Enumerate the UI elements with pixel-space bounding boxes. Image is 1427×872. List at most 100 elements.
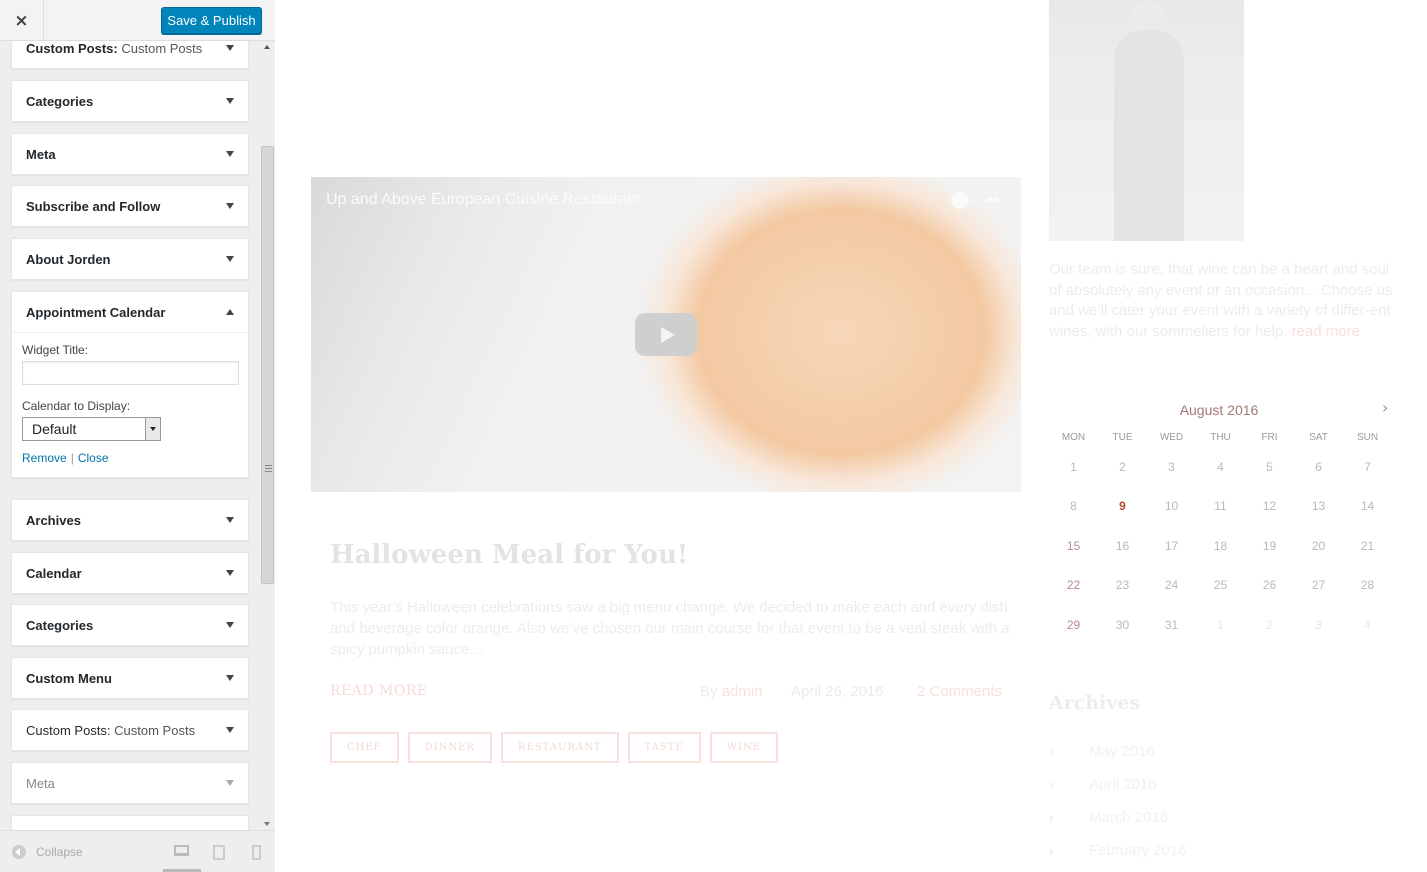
sidebar-scrollbar[interactable] — [260, 41, 275, 830]
widget-header[interactable]: Meta — [12, 763, 248, 803]
widget-partial[interactable] — [11, 815, 249, 830]
widget-categories-2[interactable]: Categories — [11, 604, 249, 646]
video-title[interactable]: Up and Above European Cuisine Restaurant — [326, 191, 641, 209]
calendar-day[interactable]: 9 — [1098, 496, 1147, 535]
archive-item[interactable]: › February 2016 — [1049, 842, 1187, 859]
widget-custom-menu[interactable]: Custom Menu — [11, 657, 249, 699]
widget-header[interactable]: Meta — [12, 134, 248, 174]
widget-about-jorden[interactable]: About Jorden — [11, 238, 249, 280]
calendar-day: 12 — [1262, 499, 1277, 514]
watch-later-icon[interactable] — [951, 191, 969, 209]
chevron-down-icon[interactable] — [145, 418, 160, 440]
calendar-day: 13 — [1311, 499, 1326, 514]
widget-header[interactable]: Custom Posts: Custom Posts — [12, 41, 248, 68]
by-label: By — [700, 683, 718, 700]
expand-arrow-icon[interactable] — [226, 570, 234, 576]
expand-arrow-icon[interactable] — [226, 98, 234, 104]
widget-custom-posts[interactable]: Custom Posts: Custom Posts — [11, 41, 249, 69]
widget-subtitle: Custom Posts — [114, 722, 196, 738]
tag[interactable]: WINE — [709, 732, 778, 763]
calendar-day: 4 — [1364, 617, 1371, 632]
close-customizer-button[interactable]: × — [0, 0, 44, 41]
widget-header[interactable]: About Jorden — [12, 239, 248, 279]
widget-header[interactable]: Categories — [12, 605, 248, 645]
about-read-more-link[interactable]: read more — [1292, 323, 1360, 340]
archive-link[interactable]: February 2016 — [1089, 842, 1187, 859]
widget-header[interactable]: Custom Menu — [12, 658, 248, 698]
video-embed[interactable]: Up and Above European Cuisine Restaurant… — [311, 177, 1021, 492]
tag[interactable]: RESTAURANT — [500, 732, 619, 763]
widget-subscribe-follow[interactable]: Subscribe and Follow — [11, 185, 249, 227]
widget-header[interactable]: Categories — [12, 81, 248, 121]
expand-arrow-icon[interactable] — [226, 517, 234, 523]
widget-meta-2[interactable]: Meta — [11, 762, 249, 804]
play-button[interactable] — [635, 313, 697, 356]
expand-arrow-icon[interactable] — [226, 256, 234, 262]
widget-archives[interactable]: Archives — [11, 499, 249, 541]
widget-calendar[interactable]: Calendar — [11, 552, 249, 594]
collapse-arrow-icon[interactable] — [226, 309, 234, 315]
widget-title: About Jorden — [26, 251, 111, 267]
weekday: WED — [1159, 432, 1184, 443]
post-comments-link[interactable]: 2 Comments — [917, 683, 1002, 700]
widget-header[interactable]: Archives — [12, 500, 248, 540]
collapse-button[interactable]: Collapse — [12, 845, 83, 859]
calendar-day[interactable]: 29 — [1049, 615, 1098, 654]
widget-meta[interactable]: Meta — [11, 133, 249, 175]
archive-link[interactable]: April 2016 — [1089, 776, 1157, 793]
calendar-days: 1 2 3 4 5 6 7 8 9 10 11 12 13 14 15 16 17 18 19 20 21 22 23 24 2… — [1049, 457, 1392, 654]
desktop-preview-icon[interactable] — [174, 845, 189, 856]
widget-title-input[interactable] — [22, 361, 239, 385]
expand-arrow-icon[interactable] — [226, 151, 234, 157]
archive-link[interactable]: March 2016 — [1089, 809, 1168, 826]
about-text: Our team is sure, that wine can be a hea… — [1049, 260, 1394, 342]
expand-arrow-icon[interactable] — [226, 780, 234, 786]
calendar-next-icon[interactable]: › — [1382, 398, 1388, 417]
save-publish-button[interactable]: Save & Publish — [161, 7, 262, 34]
widget-header[interactable]: Subscribe and Follow — [12, 186, 248, 226]
expand-arrow-icon[interactable] — [226, 622, 234, 628]
calendar-day: 21 — [1360, 538, 1375, 553]
archive-item[interactable]: › May 2016 — [1049, 743, 1155, 760]
calendar-day: 28 — [1360, 578, 1375, 593]
widget-header[interactable]: Appointment Calendar — [12, 292, 248, 332]
tag[interactable]: CHEF — [330, 732, 399, 763]
calendar-day: 2 — [1266, 617, 1273, 632]
expand-arrow-icon[interactable] — [226, 45, 234, 51]
share-icon[interactable]: ➦ — [985, 189, 1000, 210]
widget-categories[interactable]: Categories — [11, 80, 249, 122]
archive-link[interactable]: May 2016 — [1089, 743, 1155, 760]
tablet-preview-icon[interactable] — [213, 845, 225, 860]
calendar-day: 31 — [1164, 617, 1179, 632]
calendar-day: 18 — [1213, 538, 1228, 553]
calendar-day: 24 — [1164, 578, 1179, 593]
tag[interactable]: DINNER — [407, 732, 492, 763]
weekday: MON — [1061, 432, 1086, 443]
close-link[interactable]: Close — [78, 451, 109, 465]
remove-link[interactable]: Remove — [22, 451, 67, 465]
author-link[interactable]: admin — [722, 683, 763, 700]
expand-arrow-icon[interactable] — [226, 675, 234, 681]
archive-item[interactable]: › March 2016 — [1049, 809, 1168, 826]
calendar-day[interactable]: 15 — [1049, 536, 1098, 575]
scrollbar-thumb[interactable] — [261, 146, 274, 584]
widget-header[interactable]: Calendar — [12, 553, 248, 593]
post-read-more-link[interactable]: READ MORE — [330, 683, 428, 699]
calendar-day: 7 — [1364, 460, 1371, 474]
widget-header[interactable]: Custom Posts: Custom Posts — [12, 710, 248, 750]
scroll-up-icon[interactable] — [264, 45, 270, 49]
widget-title: Custom Posts: — [26, 41, 118, 56]
widget-custom-posts-2[interactable]: Custom Posts: Custom Posts — [11, 709, 249, 751]
scroll-down-icon[interactable] — [264, 822, 270, 826]
tag[interactable]: TASTE — [627, 732, 701, 763]
expand-arrow-icon[interactable] — [226, 203, 234, 209]
widget-appointment-calendar[interactable]: Appointment Calendar Widget Title: Calen… — [11, 291, 249, 478]
archive-item[interactable]: › April 2016 — [1049, 776, 1157, 793]
calendar-select[interactable]: Default — [22, 417, 161, 441]
expand-arrow-icon[interactable] — [226, 727, 234, 733]
mobile-preview-icon[interactable] — [252, 845, 261, 860]
calendar-day: 26 — [1262, 578, 1277, 593]
calendar-day[interactable]: 22 — [1049, 575, 1098, 614]
post-title[interactable]: Halloween Meal for You! — [330, 540, 688, 570]
widget-title: Custom Menu — [26, 670, 112, 686]
